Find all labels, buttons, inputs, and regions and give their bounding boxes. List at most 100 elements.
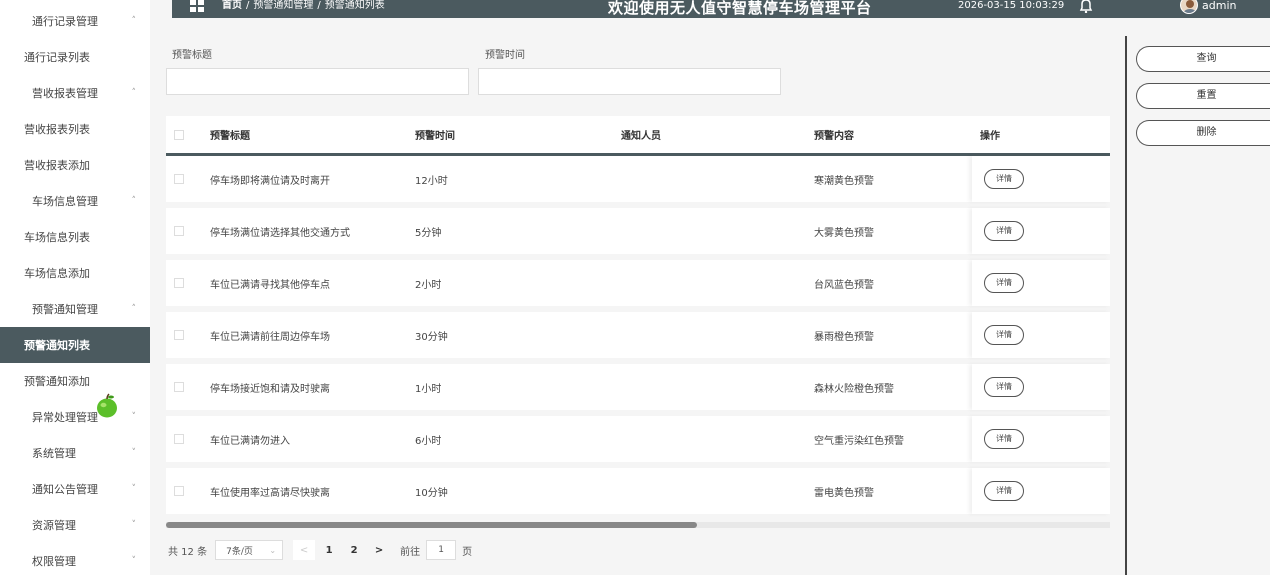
cell-title: 停车场满位请选择其他交通方式 bbox=[210, 227, 350, 239]
cell-title: 车位使用率过高请尽快驶离 bbox=[210, 487, 330, 499]
sidebar-item-label: 预警通知列表 bbox=[24, 339, 90, 352]
sidebar-group[interactable]: 通行记录管理 ˄ bbox=[0, 3, 150, 39]
select-all-checkbox[interactable] bbox=[174, 129, 184, 140]
cell-title: 停车场接近饱和请及时驶离 bbox=[210, 383, 330, 395]
page-size-select[interactable]: 7条/页 ⌄ bbox=[215, 540, 284, 560]
sidebar-item-label: 通行记录管理 bbox=[32, 15, 98, 28]
sidebar-item[interactable]: 营收报表添加 bbox=[0, 147, 150, 183]
chevron-down-icon: ˅ bbox=[131, 412, 137, 422]
sidebar-group[interactable]: 资源管理 ˅ bbox=[0, 507, 150, 543]
row-checkbox[interactable] bbox=[174, 278, 184, 288]
table-row: 停车场接近饱和请及时驶离 1小时 森林火险橙色预警 详情 bbox=[166, 364, 1110, 410]
sidebar: 通行记录管理 ˄ 通行记录列表营收报表管理 ˄ 营收报表列表 营收报表添加 车场信息管理 ˄ 车… bbox=[0, 0, 150, 575]
detail-button[interactable]: 详情 bbox=[984, 481, 1024, 501]
detail-button[interactable]: 详情 bbox=[984, 429, 1024, 449]
table-row: 停车场满位请选择其他交通方式 5分钟 大雾黄色预警 详情 bbox=[166, 208, 1110, 254]
cell-content: 森林火险橙色预警 bbox=[814, 383, 894, 395]
sidebar-item[interactable]: 通行记录列表 bbox=[0, 39, 150, 75]
delete-button[interactable]: 删除 bbox=[1136, 120, 1270, 146]
cell-time: 2小时 bbox=[415, 279, 442, 291]
goto-page-input[interactable]: 1 bbox=[426, 540, 457, 560]
avatar[interactable] bbox=[1180, 0, 1198, 14]
cell-time: 12小时 bbox=[415, 175, 448, 187]
detail-button[interactable]: 详情 bbox=[984, 325, 1024, 345]
top-header: 首页 / 预警通知管理 / 预警通知列表 欢迎使用无人值守智慧停车场管理平台 2026-… bbox=[172, 0, 1270, 18]
sidebar-item[interactable]: 预警通知添加 bbox=[0, 363, 150, 399]
column-header-time: 预警时间 bbox=[415, 131, 455, 142]
datetime-display: 2026-03-15 10:03:29 bbox=[958, 0, 1065, 11]
sidebar-item[interactable]: 预警通知列表 bbox=[0, 327, 150, 363]
sidebar-group[interactable]: 通知公告管理 ˅ bbox=[0, 471, 150, 507]
sidebar-group[interactable]: 异常处理管理 ˅ bbox=[0, 399, 150, 435]
detail-button[interactable]: 详情 bbox=[984, 273, 1024, 293]
cell-action: 详情 bbox=[972, 468, 1110, 514]
detail-button[interactable]: 详情 bbox=[984, 377, 1024, 397]
sidebar-item[interactable]: 车场信息列表 bbox=[0, 219, 150, 255]
sidebar-item-label: 通行记录列表 bbox=[24, 51, 90, 64]
menu-grid-icon[interactable] bbox=[190, 0, 204, 12]
bell-icon[interactable] bbox=[1078, 0, 1094, 13]
goto-prefix: 前往 bbox=[400, 546, 421, 558]
detail-button[interactable]: 详情 bbox=[984, 221, 1024, 241]
chevron-up-icon: ˄ bbox=[131, 304, 137, 314]
sidebar-item-label: 车场信息列表 bbox=[24, 231, 90, 244]
table-body: 停车场即将满位请及时离开 12小时 寒潮黄色预警 详情 停车场满位请选择其他交通方式 5分… bbox=[166, 156, 1110, 514]
page-1-button[interactable]: 1 bbox=[318, 540, 340, 560]
cell-title: 车位已满请寻找其他停车点 bbox=[210, 279, 330, 291]
scrollbar-thumb[interactable] bbox=[166, 522, 697, 528]
breadcrumb: 首页 / 预警通知管理 / 预警通知列表 bbox=[222, 0, 385, 11]
breadcrumb-level1[interactable]: 预警通知管理 bbox=[253, 0, 313, 11]
cell-content: 大雾黄色预警 bbox=[814, 227, 874, 239]
cell-time: 30分钟 bbox=[415, 331, 448, 343]
cell-action: 详情 bbox=[972, 416, 1110, 462]
time-filter-input[interactable] bbox=[478, 68, 781, 95]
sidebar-group[interactable]: 营收报表管理 ˄ bbox=[0, 75, 150, 111]
cell-title: 停车场即将满位请及时离开 bbox=[210, 175, 330, 187]
column-header-action: 操作 bbox=[980, 131, 1000, 142]
cell-title: 车位已满请前往周边停车场 bbox=[210, 331, 330, 343]
query-button[interactable]: 查询 bbox=[1136, 46, 1270, 72]
sidebar-item[interactable]: 营收报表列表 bbox=[0, 111, 150, 147]
cell-action: 详情 bbox=[972, 260, 1110, 306]
chevron-up-icon: ˄ bbox=[131, 88, 137, 98]
row-checkbox[interactable] bbox=[174, 174, 184, 184]
row-checkbox[interactable] bbox=[174, 382, 184, 392]
sidebar-item[interactable]: 车场信息添加 bbox=[0, 255, 150, 291]
row-checkbox[interactable] bbox=[174, 434, 184, 444]
detail-button[interactable]: 详情 bbox=[984, 169, 1024, 189]
page-2-button[interactable]: 2 bbox=[343, 540, 365, 560]
sidebar-item-label: 车场信息添加 bbox=[24, 267, 90, 280]
row-checkbox[interactable] bbox=[174, 330, 184, 340]
app-root: 通行记录管理 ˄ 通行记录列表营收报表管理 ˄ 营收报表列表 营收报表添加 车场信息管理 ˄ 车… bbox=[0, 0, 1270, 575]
column-header-title: 预警标题 bbox=[210, 131, 250, 142]
cell-content: 暴雨橙色预警 bbox=[814, 331, 874, 343]
pagination: 共 12 条 7条/页 ⌄ < 1 2 > 前往 1 页 bbox=[168, 540, 472, 560]
cell-time: 6小时 bbox=[415, 435, 442, 447]
divider bbox=[1125, 36, 1127, 575]
cell-action: 详情 bbox=[972, 364, 1110, 410]
chevron-up-icon: ˄ bbox=[131, 16, 137, 26]
column-header-person: 通知人员 bbox=[621, 131, 661, 142]
sidebar-group[interactable]: 预警通知管理 ˄ bbox=[0, 291, 150, 327]
page-size-value: 7条/页 bbox=[226, 546, 253, 557]
next-page-button[interactable]: > bbox=[368, 540, 390, 560]
sidebar-group[interactable]: 系统管理 ˅ bbox=[0, 435, 150, 471]
prev-page-button[interactable]: < bbox=[293, 540, 316, 560]
breadcrumb-home[interactable]: 首页 bbox=[222, 0, 242, 11]
row-checkbox[interactable] bbox=[174, 486, 184, 496]
cell-content: 台风蓝色预警 bbox=[814, 279, 874, 291]
cell-content: 空气重污染红色预警 bbox=[814, 435, 904, 447]
row-checkbox[interactable] bbox=[174, 226, 184, 236]
title-filter-input[interactable] bbox=[166, 68, 469, 95]
table-row: 车位已满请勿进入 6小时 空气重污染红色预警 详情 bbox=[166, 416, 1110, 462]
horizontal-scrollbar[interactable] bbox=[166, 522, 1110, 528]
sidebar-item-label: 异常处理管理 bbox=[32, 411, 98, 424]
sidebar-group[interactable]: 车场信息管理 ˄ bbox=[0, 183, 150, 219]
table-row: 车位已满请寻找其他停车点 2小时 台风蓝色预警 详情 bbox=[166, 260, 1110, 306]
username-label[interactable]: admin bbox=[1202, 0, 1236, 12]
sidebar-group[interactable]: 权限管理 ˅ bbox=[0, 543, 150, 575]
sidebar-item-label: 预警通知添加 bbox=[24, 375, 90, 388]
sidebar-item-label: 资源管理 bbox=[32, 519, 76, 532]
cell-time: 10分钟 bbox=[415, 487, 448, 499]
reset-button[interactable]: 重置 bbox=[1136, 83, 1270, 109]
